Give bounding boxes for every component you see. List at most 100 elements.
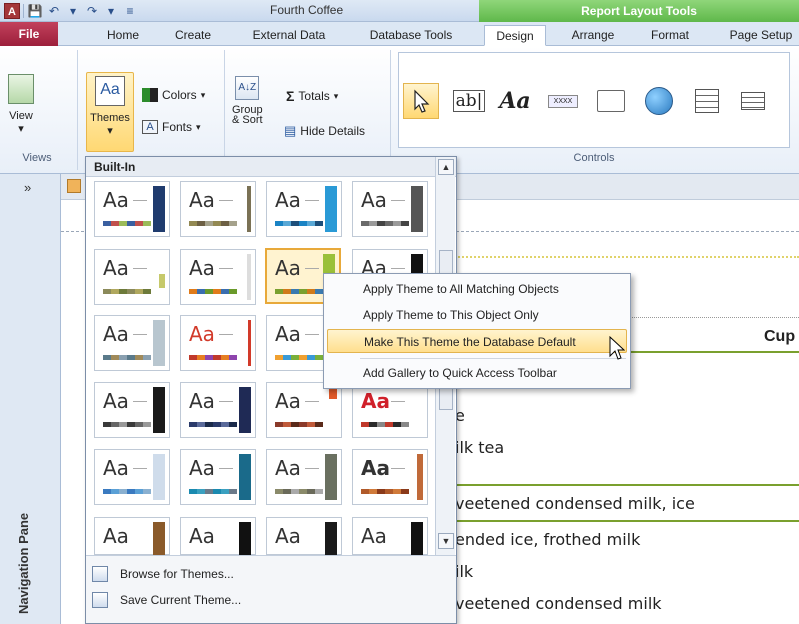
tab-create[interactable]: Create bbox=[170, 25, 216, 46]
undo-icon[interactable]: ↶ bbox=[46, 3, 62, 19]
theme-thumbnail[interactable]: Aa bbox=[352, 449, 428, 505]
accent-side bbox=[411, 186, 423, 232]
group-sort-button[interactable]: A↓Z Group & Sort bbox=[232, 76, 263, 126]
access-app-icon[interactable]: A bbox=[4, 3, 20, 19]
theme-sample-text: Aa bbox=[189, 322, 215, 346]
menu-item-make-default[interactable]: Make This Theme the Database Default bbox=[327, 329, 627, 353]
theme-thumbnail[interactable]: Aa bbox=[94, 249, 170, 305]
textbox-control[interactable]: ab| bbox=[449, 83, 489, 119]
tab-external-data[interactable]: External Data bbox=[243, 25, 335, 46]
theme-thumbnail[interactable]: Aa bbox=[94, 517, 170, 556]
customize-qat-icon[interactable]: ≡ bbox=[122, 3, 138, 19]
totals-button[interactable]: Σ Totals ▾ bbox=[286, 88, 338, 104]
report-icon bbox=[67, 179, 81, 193]
theme-sample-text: Aa bbox=[275, 256, 301, 280]
group-label-views: Views bbox=[22, 152, 52, 164]
tab-page-setup[interactable]: Page Setup bbox=[723, 25, 799, 46]
theme-thumbnail[interactable]: Aa bbox=[180, 181, 256, 237]
dropdown-arrow-icon[interactable]: ▾ bbox=[65, 3, 81, 19]
scroll-up-icon[interactable]: ▲ bbox=[438, 159, 454, 175]
theme-sample-text: Aa bbox=[275, 322, 301, 346]
theme-thumbnail[interactable]: Aa bbox=[180, 382, 256, 438]
menu-item-apply-all[interactable]: Apply Theme to All Matching Objects bbox=[327, 277, 627, 301]
theme-thumbnail[interactable]: Aa bbox=[94, 181, 170, 237]
theme-sample-text: Aa bbox=[189, 456, 215, 480]
theme-thumbnail[interactable]: Aa bbox=[352, 517, 428, 556]
theme-thumbnail[interactable]: Aa bbox=[180, 517, 256, 556]
redo-icon[interactable]: ↷ bbox=[84, 3, 100, 19]
theme-thumbnail[interactable]: Aa bbox=[266, 517, 342, 556]
view-button[interactable]: View ▾ bbox=[8, 74, 34, 135]
column-header[interactable]: Cup bbox=[764, 328, 795, 346]
color-strip bbox=[189, 489, 237, 494]
hyperlink-control[interactable] bbox=[639, 83, 679, 119]
text-lines bbox=[391, 468, 405, 469]
themes-button[interactable]: Aa Themes ▾ bbox=[86, 72, 134, 152]
chevron-down-icon: ▾ bbox=[196, 121, 201, 132]
menu-item-apply-this[interactable]: Apply Theme to This Object Only bbox=[327, 303, 627, 327]
fonts-icon: A bbox=[142, 120, 158, 134]
theme-sample-text: Aa bbox=[103, 456, 129, 480]
save-theme-item[interactable]: Save Current Theme... bbox=[92, 588, 241, 612]
hide-details-button[interactable]: ▤ Hide Details bbox=[284, 123, 365, 139]
tab-design[interactable]: Design bbox=[484, 25, 546, 46]
accent-side bbox=[153, 186, 165, 232]
tab-arrange[interactable]: Arrange bbox=[562, 25, 624, 46]
scroll-down-icon[interactable]: ▼ bbox=[438, 533, 454, 549]
sort-label: & Sort bbox=[232, 114, 263, 126]
tab-format[interactable]: Format bbox=[643, 25, 697, 46]
theme-thumbnail[interactable]: Aa bbox=[266, 181, 342, 237]
theme-sample-text: Aa bbox=[361, 389, 390, 413]
combobox-control[interactable] bbox=[733, 83, 773, 119]
tab-control[interactable] bbox=[591, 83, 631, 119]
accent-side bbox=[153, 522, 165, 556]
theme-thumbnail[interactable]: Aa bbox=[180, 249, 256, 305]
navigation-pane[interactable]: » Navigation Pane bbox=[0, 174, 61, 624]
report-line[interactable]: veetened condensed milk, ice bbox=[455, 494, 695, 513]
theme-thumbnail[interactable]: Aa bbox=[94, 382, 170, 438]
text-lines bbox=[305, 334, 319, 335]
textbox-icon: ab| bbox=[452, 90, 486, 112]
accent-side bbox=[325, 522, 337, 556]
tab-file[interactable]: File bbox=[0, 22, 58, 46]
theme-thumbnail[interactable]: Aa bbox=[180, 315, 256, 371]
theme-thumbnail[interactable]: Aa bbox=[94, 315, 170, 371]
report-line[interactable]: ilk bbox=[455, 562, 473, 581]
accent-side bbox=[417, 454, 423, 500]
report-line[interactable]: veetened condensed milk bbox=[455, 594, 662, 613]
theme-thumbnail[interactable]: Aa bbox=[266, 382, 342, 438]
colors-label: Colors bbox=[162, 88, 197, 102]
view-label: View bbox=[9, 110, 33, 122]
contextual-tab-group: Report Layout Tools bbox=[479, 0, 799, 22]
expand-nav-icon[interactable]: » bbox=[24, 180, 31, 195]
listbox-control[interactable] bbox=[687, 83, 727, 119]
text-lines bbox=[305, 200, 319, 201]
save-icon[interactable]: 💾 bbox=[27, 3, 43, 19]
themes-gallery[interactable]: Built-In Aa Aa Aa Aa Aa Aa Aa Aa Aa Aa A… bbox=[85, 156, 457, 624]
theme-thumbnail[interactable]: Aa bbox=[180, 449, 256, 505]
select-pointer-icon[interactable] bbox=[403, 83, 439, 119]
menu-item-add-gallery-qat[interactable]: Add Gallery to Quick Access Toolbar bbox=[327, 361, 627, 385]
report-line[interactable]: ended ice, frothed milk bbox=[455, 530, 640, 549]
sort-icon: A↓Z bbox=[235, 76, 260, 100]
text-lines bbox=[133, 468, 147, 469]
dropdown-arrow-icon[interactable]: ▾ bbox=[103, 3, 119, 19]
tab-home[interactable]: Home bbox=[102, 25, 144, 46]
combobox-icon bbox=[741, 92, 765, 110]
theme-thumbnail[interactable]: Aa bbox=[352, 382, 428, 438]
browse-themes-item[interactable]: Browse for Themes... bbox=[92, 562, 234, 586]
row-rule bbox=[451, 484, 799, 486]
report-line[interactable]: ilk tea bbox=[455, 438, 504, 457]
save-theme-icon bbox=[92, 592, 108, 608]
theme-thumbnail[interactable]: Aa bbox=[94, 449, 170, 505]
button-control[interactable]: XXXX bbox=[543, 83, 583, 119]
text-lines bbox=[219, 200, 233, 201]
fonts-button[interactable]: A Fonts ▾ bbox=[142, 120, 201, 134]
colors-button[interactable]: Colors ▾ bbox=[142, 88, 205, 102]
theme-thumbnail[interactable]: Aa bbox=[352, 181, 428, 237]
accent-side bbox=[411, 522, 423, 556]
theme-thumbnail[interactable]: Aa bbox=[266, 449, 342, 505]
tab-database-tools[interactable]: Database Tools bbox=[360, 25, 462, 46]
colors-icon bbox=[142, 88, 158, 102]
label-control[interactable]: Aa bbox=[495, 83, 535, 119]
